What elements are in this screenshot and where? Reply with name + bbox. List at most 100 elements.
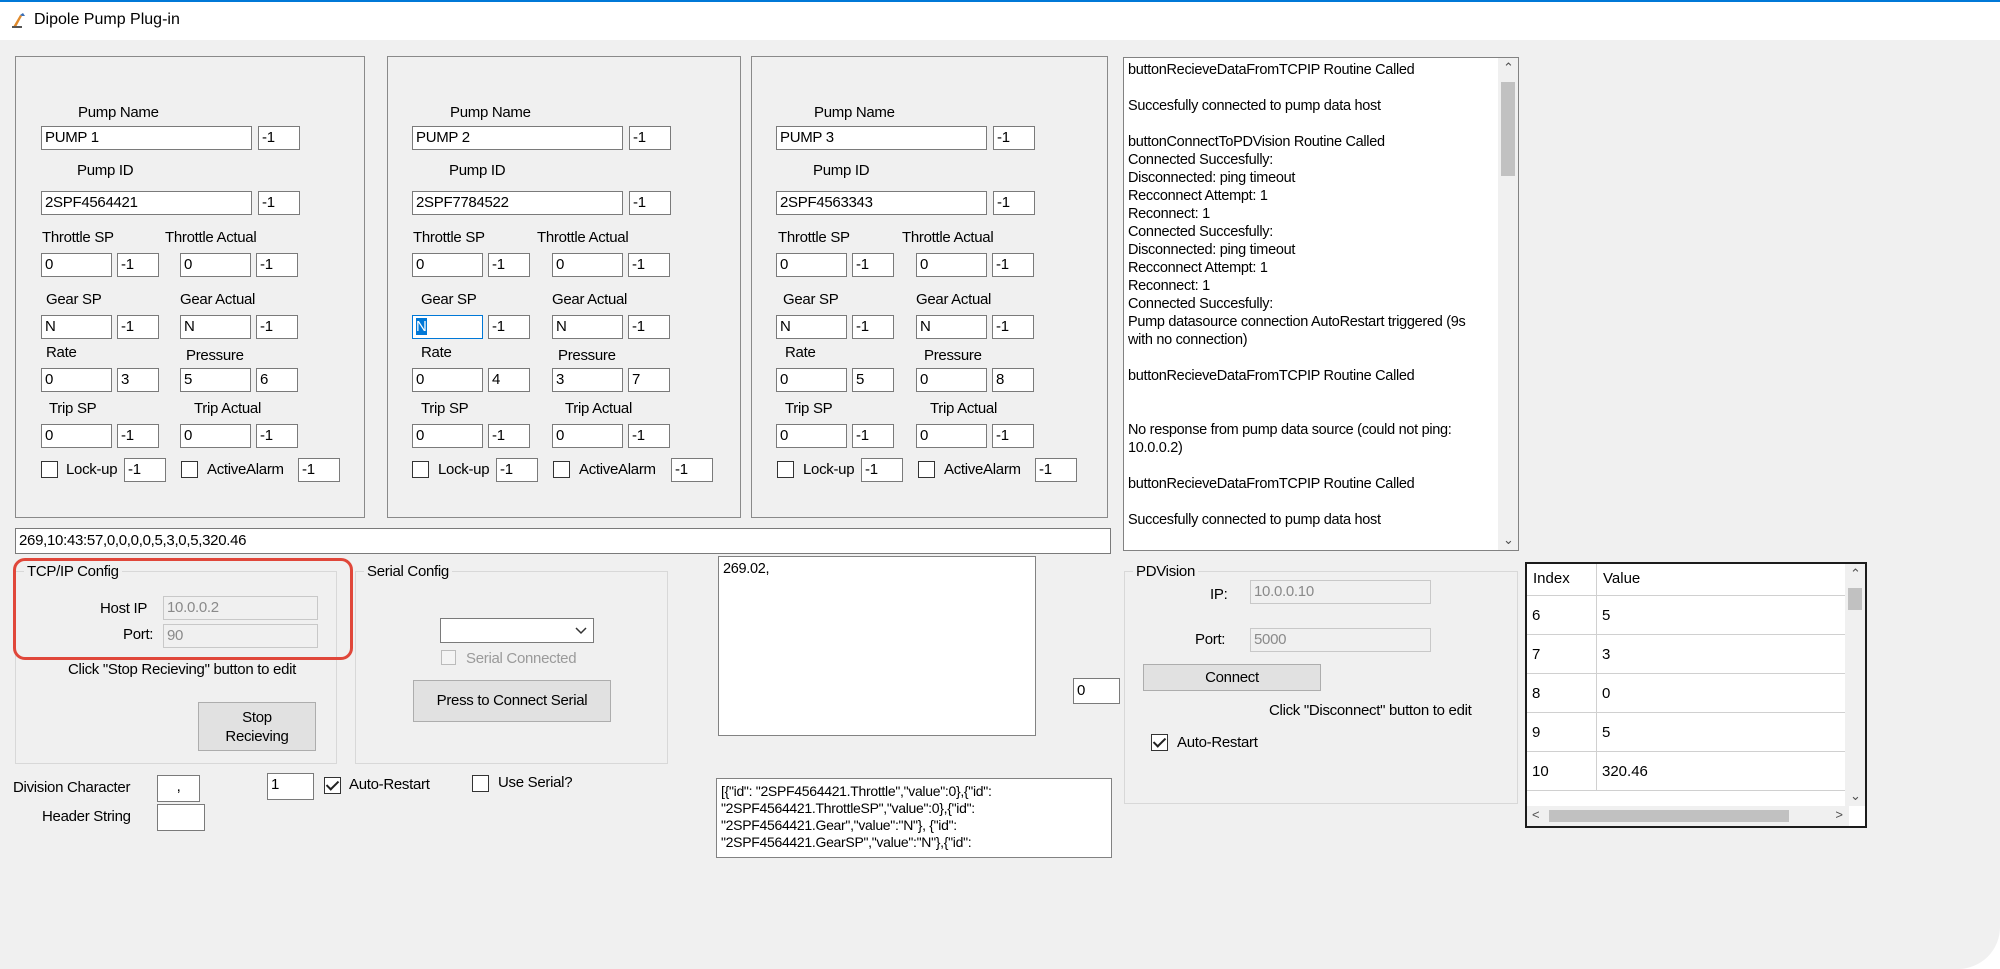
gear-sp-input[interactable]: N <box>776 315 847 339</box>
serial-port-dropdown[interactable] <box>440 618 594 643</box>
grid-cell-value[interactable]: 5 <box>1597 596 1847 635</box>
active-alarm-checkbox[interactable] <box>918 461 935 478</box>
throttle-actual-input[interactable]: 0 <box>180 253 251 277</box>
pressure-index-input[interactable]: 6 <box>256 368 298 392</box>
grid-cell-index[interactable]: 9 <box>1527 713 1597 752</box>
trip-actual-input[interactable]: 0 <box>180 424 251 448</box>
active-alarm-checkbox[interactable] <box>181 461 198 478</box>
grid-cell-value[interactable]: 3 <box>1597 635 1847 674</box>
trip-sp-input[interactable]: 0 <box>41 424 112 448</box>
trip-sp-index-input[interactable]: -1 <box>488 424 530 448</box>
grid-vscroll-thumb[interactable] <box>1848 588 1862 610</box>
lockup-checkbox[interactable] <box>41 461 58 478</box>
log-textbox[interactable]: buttonRecieveDataFromTCPIP Routine Calle… <box>1123 57 1519 551</box>
pump-name-input[interactable]: PUMP 2 <box>412 126 623 150</box>
scroll-right-icon[interactable]: > <box>1835 807 1843 822</box>
trip-sp-input[interactable]: 0 <box>412 424 483 448</box>
trip-actual-input[interactable]: 0 <box>916 424 987 448</box>
gear-sp-index-input[interactable]: -1 <box>852 315 894 339</box>
lockup-index-input[interactable]: -1 <box>124 458 166 482</box>
pump-name-index-input[interactable]: -1 <box>993 126 1035 150</box>
gear-sp-input[interactable]: N <box>412 315 483 339</box>
grid-horizontal-scrollbar[interactable]: < > <box>1527 806 1849 826</box>
received-data-textbox[interactable]: 269.02, <box>718 556 1036 736</box>
trip-actual-index-input[interactable]: -1 <box>256 424 298 448</box>
stop-receiving-button[interactable]: Stop Recieving <box>198 702 316 751</box>
grid-cell-index[interactable]: 6 <box>1527 596 1597 635</box>
active-alarm-index-input[interactable]: -1 <box>671 458 713 482</box>
scroll-down-icon[interactable]: ⌄ <box>1850 788 1861 804</box>
log-scroll-thumb[interactable] <box>1501 82 1515 176</box>
grid-header-index[interactable]: Index <box>1527 564 1597 596</box>
throttle-actual-input[interactable]: 0 <box>916 253 987 277</box>
throttle-actual-index-input[interactable]: -1 <box>992 253 1034 277</box>
gear-actual-input[interactable]: N <box>552 315 623 339</box>
trip-actual-input[interactable]: 0 <box>552 424 623 448</box>
pump-id-input[interactable]: 2SPF4563343 <box>776 191 987 215</box>
pump-name-index-input[interactable]: -1 <box>258 126 300 150</box>
auto-restart-checkbox[interactable] <box>324 777 341 794</box>
gear-sp-input[interactable]: N <box>41 315 112 339</box>
pump-id-input[interactable]: 2SPF7784522 <box>412 191 623 215</box>
scroll-up-icon[interactable]: ⌃ <box>1850 566 1861 582</box>
header-string-input[interactable] <box>157 804 205 831</box>
throttle-sp-input[interactable]: 0 <box>776 253 847 277</box>
pump-id-index-input[interactable]: -1 <box>993 191 1035 215</box>
grid-cell-value[interactable]: 0 <box>1597 674 1847 713</box>
pump-name-input[interactable]: PUMP 1 <box>41 126 252 150</box>
trip-sp-index-input[interactable]: -1 <box>852 424 894 448</box>
gear-actual-index-input[interactable]: -1 <box>256 315 298 339</box>
pump-id-index-input[interactable]: -1 <box>258 191 300 215</box>
gear-sp-index-input[interactable]: -1 <box>117 315 159 339</box>
grid-header-value[interactable]: Value <box>1597 564 1847 596</box>
log-scrollbar[interactable]: ⌃ ⌄ <box>1498 58 1518 550</box>
pressure-index-input[interactable]: 8 <box>992 368 1034 392</box>
active-alarm-index-input[interactable]: -1 <box>298 458 340 482</box>
throttle-sp-input[interactable]: 0 <box>41 253 112 277</box>
throttle-sp-index-input[interactable]: -1 <box>852 253 894 277</box>
pump-name-input[interactable]: PUMP 3 <box>776 126 987 150</box>
grid-vertical-scrollbar[interactable]: ⌃ ⌄ <box>1845 564 1865 806</box>
lockup-checkbox[interactable] <box>777 461 794 478</box>
scroll-left-icon[interactable]: < <box>1532 807 1540 822</box>
gear-sp-index-input[interactable]: -1 <box>488 315 530 339</box>
serial-connected-checkbox[interactable] <box>441 650 456 665</box>
pdvision-port-input[interactable]: 5000 <box>1250 628 1431 652</box>
grid-hscroll-thumb[interactable] <box>1549 810 1789 822</box>
throttle-actual-index-input[interactable]: -1 <box>628 253 670 277</box>
trip-sp-input[interactable]: 0 <box>776 424 847 448</box>
lockup-checkbox[interactable] <box>412 461 429 478</box>
use-serial-checkbox[interactable] <box>472 775 489 792</box>
rate-index-input[interactable]: 4 <box>488 368 530 392</box>
json-output-textbox[interactable]: [{"id": "2SPF4564421.Throttle","value":0… <box>716 778 1112 858</box>
throttle-actual-input[interactable]: 0 <box>552 253 623 277</box>
throttle-sp-input[interactable]: 0 <box>412 253 483 277</box>
active-alarm-index-input[interactable]: -1 <box>1035 458 1077 482</box>
count-input[interactable]: 1 <box>267 773 314 800</box>
grid-cell-value[interactable]: 5 <box>1597 713 1847 752</box>
pressure-index-input[interactable]: 7 <box>628 368 670 392</box>
rate-input[interactable]: 0 <box>41 368 112 392</box>
active-alarm-checkbox[interactable] <box>553 461 570 478</box>
pdvision-auto-restart-checkbox[interactable] <box>1151 734 1168 751</box>
pressure-input[interactable]: 0 <box>916 368 987 392</box>
counter-input[interactable]: 0 <box>1073 678 1120 704</box>
lockup-index-input[interactable]: -1 <box>861 458 903 482</box>
rate-index-input[interactable]: 3 <box>117 368 159 392</box>
pdvision-connect-button[interactable]: Connect <box>1143 664 1321 691</box>
gear-actual-index-input[interactable]: -1 <box>628 315 670 339</box>
connect-serial-button[interactable]: Press to Connect Serial <box>413 680 611 722</box>
throttle-sp-index-input[interactable]: -1 <box>488 253 530 277</box>
index-value-grid[interactable]: Index Value 6 5 7 3 8 0 9 5 10 320.46 ⌃ … <box>1525 562 1867 828</box>
lockup-index-input[interactable]: -1 <box>496 458 538 482</box>
scroll-up-icon[interactable]: ⌃ <box>1503 60 1514 76</box>
pressure-input[interactable]: 3 <box>552 368 623 392</box>
trip-sp-index-input[interactable]: -1 <box>117 424 159 448</box>
gear-actual-input[interactable]: N <box>180 315 251 339</box>
scroll-down-icon[interactable]: ⌄ <box>1503 532 1514 548</box>
throttle-actual-index-input[interactable]: -1 <box>256 253 298 277</box>
grid-cell-value[interactable]: 320.46 <box>1597 752 1847 791</box>
rate-input[interactable]: 0 <box>776 368 847 392</box>
grid-cell-index[interactable]: 8 <box>1527 674 1597 713</box>
division-character-input[interactable]: , <box>157 775 200 802</box>
